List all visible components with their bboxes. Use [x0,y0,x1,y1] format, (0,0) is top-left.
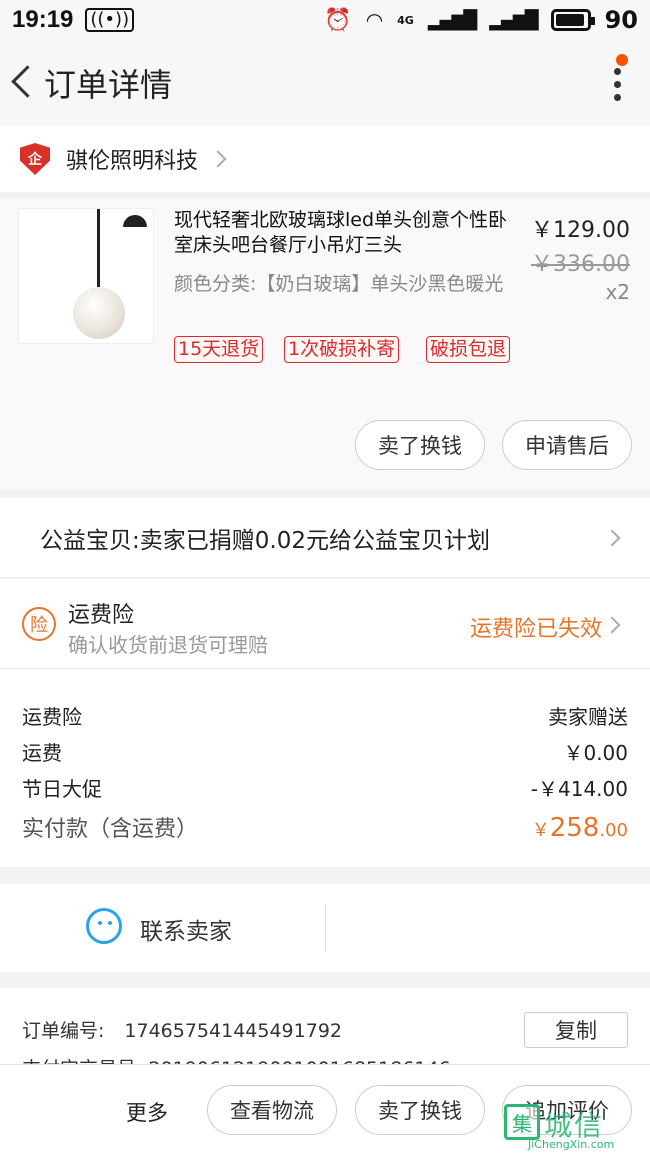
fee-value: -￥414.00 [530,777,628,801]
watermark-logo-char: 集 [512,1111,532,1136]
order-info: 订单编号: 174657541445491792 复制 支付宝交易号: 20190… [0,988,650,1064]
product-original-price: ￥336.00 [531,252,630,277]
insurance-title: 运费险 [68,603,135,628]
alipay-trade-line: 支付宝交易号: 2019061219001001685186146... [22,1054,469,1064]
order-number-label: 订单编号: [22,1020,105,1042]
order-number: 174657541445491792 [124,1020,342,1042]
insurance-subtitle: 确认收货前退货可理赔 [68,633,268,657]
service-tag-resend: 1次破损补寄 [284,336,400,363]
sell-button[interactable]: 卖了换钱 [355,420,485,470]
network-type: 4G [397,13,414,27]
fee-row: 运费 ￥0.00 [22,737,628,766]
product-spec: 颜色分类:【奶白玻璃】单头沙黑色暖光 [174,273,504,295]
insurance-row[interactable]: 险 运费险 确认收货前退货可理赔 运费险已失效 [0,579,650,669]
page-title: 订单详情 [44,66,173,104]
more-menu-icon[interactable] [612,64,622,104]
chevron-right-icon [603,616,621,634]
insurance-icon-char: 险 [30,615,48,636]
status-time: 19:19 [12,6,74,33]
lamp-globe [73,287,125,339]
enterprise-shield-icon: 企 [20,143,50,175]
fee-value: 卖家赠送 [548,705,628,729]
battery-level: 90 [604,6,638,34]
total-row: 实付款（含运费） ￥258.00 [22,811,628,843]
lamp-canopy [123,215,147,227]
chevron-right-icon [209,150,227,168]
watermark-en: JiChengXin.com [528,1138,615,1151]
divider [325,904,326,952]
fee-value: ￥0.00 [563,741,628,765]
total-label: 实付款（含运费） [22,817,199,842]
total-decimal: .00 [599,820,628,841]
order-number-line: 订单编号: 174657541445491792 [22,1016,342,1043]
product-price: ￥129.00 [531,218,630,243]
watermark-logo-icon: 集 [504,1104,540,1140]
signal-icon-2: ▂▄▆█ [489,9,538,31]
shield-char: 企 [28,152,42,168]
total-currency: ￥ [531,820,550,841]
service-tag-damage: 破损包退 [426,336,510,363]
more-button[interactable]: 更多 [126,1097,168,1127]
charity-text: 公益宝贝:卖家已捐赠0.02元给公益宝贝计划 [40,527,490,554]
fee-row: 节日大促 -￥414.00 [22,773,628,802]
shop-row[interactable]: 企 骐伦照明科技 [0,126,650,192]
view-logistics-button[interactable]: 查看物流 [207,1085,337,1135]
product-card: 现代轻奢北欧玻璃球led单头创意个性卧室床头吧台餐厅小吊灯三头 ￥129.00 … [0,198,650,490]
wifi-hotspot-icon: ((•)) [85,8,135,32]
contact-seller-row: 联系卖家 [0,884,650,972]
alarm-icon: ⏰ [324,7,352,33]
service-tag-return: 15天退货 [174,336,264,363]
back-arrow-icon[interactable] [4,40,44,126]
charity-row[interactable]: 公益宝贝:卖家已捐赠0.02元给公益宝贝计划 [0,498,650,578]
signal-icon: ▂▄▆█ [427,9,477,31]
fee-summary: 运费险 卖家赠送 运费 ￥0.00 节日大促 -￥414.00 实付款（含运费）… [0,669,650,867]
contact-seller-button[interactable]: 联系卖家 [140,912,232,946]
after-sales-button[interactable]: 申请售后 [502,420,632,470]
battery-icon [550,9,595,31]
product-quantity: x2 [605,280,630,304]
site-watermark: 集 城信 JiChengXin.com [498,1102,646,1154]
insurance-status: 运费险已失效 [469,617,602,642]
shop-name[interactable]: 骐伦照明科技 [66,143,198,175]
total-amount: ￥258.00 [532,813,628,843]
fee-label: 运费险 [22,705,82,729]
product-title[interactable]: 现代轻奢北欧玻璃球led单头创意个性卧室床头吧台餐厅小吊灯三头 [174,208,512,258]
status-bar: 19:19 ((•)) ⏰ ◠ 4G ▂▄▆█ ▂▄▆█ 90 [0,0,650,40]
chevron-right-icon [603,529,621,547]
total-integer: 258 [549,813,600,843]
insurance-icon: 险 [22,607,56,641]
lamp-cord [97,209,100,293]
copy-button[interactable]: 复制 [524,1012,628,1048]
fee-label: 运费 [22,741,62,765]
wangwang-chat-icon[interactable] [86,908,122,944]
status-icons: ⏰ ◠ 4G ▂▄▆█ ▂▄▆█ 90 [324,6,638,34]
notification-dot [616,54,628,66]
fee-row: 运费险 卖家赠送 [22,701,628,730]
fee-label: 节日大促 [22,777,102,801]
sell-button[interactable]: 卖了换钱 [355,1085,485,1135]
product-thumbnail[interactable] [18,208,154,344]
wifi-icon: ◠ [365,8,384,32]
nav-bar: 订单详情 [0,40,650,126]
